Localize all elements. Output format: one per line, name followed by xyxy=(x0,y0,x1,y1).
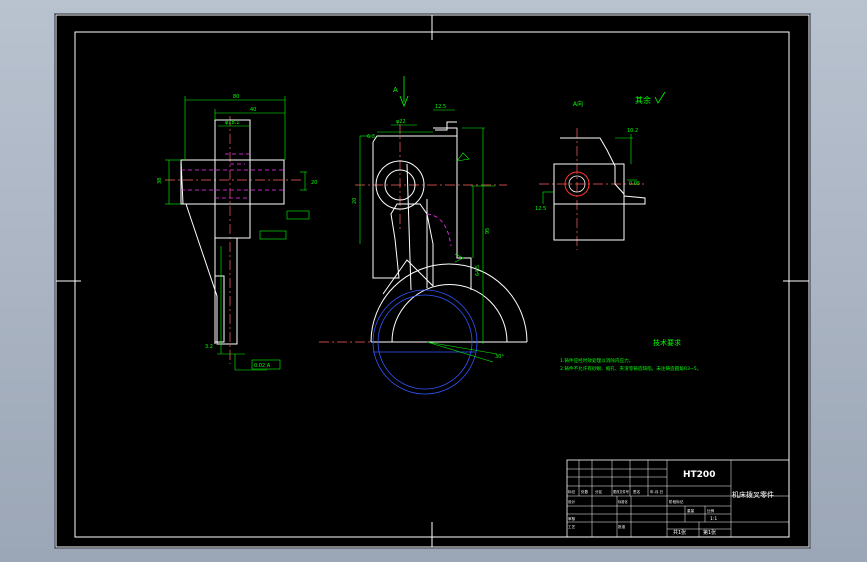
dim-hole: φ22 xyxy=(396,119,406,125)
tb-mark: 标记 xyxy=(568,489,576,494)
side-view: A向 10.2 0.05 12.5 xyxy=(535,100,647,250)
dim-slot-depth: 20 xyxy=(352,198,358,204)
tech-req-line-1: 1.铸件应经时效处理以消除内应力。 xyxy=(560,357,633,364)
dim-total-len: 95 xyxy=(485,228,491,234)
roughness-side: 12.5 xyxy=(535,206,546,212)
tb-change-doc: 更改文件号 xyxy=(613,489,629,494)
roughness-front: 6.3 xyxy=(367,134,375,140)
tech-req-title: 技术要求 xyxy=(653,338,681,347)
dim-height-left: 38 xyxy=(157,178,163,184)
tb-scale-value: 1:1 xyxy=(710,516,717,522)
tb-scale: 比例 xyxy=(707,508,715,513)
tb-standard: 标准化 xyxy=(618,499,628,504)
dim-width-inner: 40 xyxy=(250,107,256,113)
dim-arm-len: 64.5 xyxy=(475,265,481,276)
drawing-sheet: 80 40 φ18.1 38 20 0.02 A 3.2 A φ22 12.5 … xyxy=(55,14,810,548)
tb-date: 年.月.日 xyxy=(650,489,663,494)
roughness-left: 3.2 xyxy=(205,344,213,350)
tb-stage: 阶段标记 xyxy=(669,499,684,504)
material-label: HT200 xyxy=(683,470,715,480)
tb-approve: 批准 xyxy=(618,524,626,529)
front-view: A φ22 12.5 20 95 64.5 30° 6.3 xyxy=(319,76,528,395)
tb-process: 工艺 xyxy=(568,524,576,529)
roughness-symbol xyxy=(654,91,666,104)
tb-zone: 分区 xyxy=(595,489,603,494)
dim-tol-bottom: 0.02 A xyxy=(254,363,271,369)
part-name: 机床拨叉零件 xyxy=(732,490,774,499)
dim-width-top: 80 xyxy=(233,94,239,100)
side-view-label: A向 xyxy=(573,100,583,108)
dim-boss-width: φ18.1 xyxy=(225,120,239,126)
tb-count: 处数 xyxy=(581,489,589,494)
left-view: 80 40 φ18.1 38 20 0.02 A 3.2 xyxy=(157,94,317,371)
tb-sheet-no: 第1张 xyxy=(703,529,716,536)
dim-side-width: 10.2 xyxy=(627,128,638,134)
title-block: HT200 机床拨叉零件 标记 处数 分区 更改文件号 签名 年.月.日 设计 … xyxy=(566,459,790,538)
tb-weight: 重量 xyxy=(687,508,695,513)
dim-fork-angle: 30° xyxy=(495,354,504,360)
dim-datum: 0.05 xyxy=(629,181,640,187)
cad-drawing: 80 40 φ18.1 38 20 0.02 A 3.2 A φ22 12.5 … xyxy=(55,14,810,548)
tb-sheet-count: 共1张 xyxy=(673,529,686,536)
tb-sign: 签名 xyxy=(633,489,641,494)
dim-fork-width: 12.5 xyxy=(435,104,446,110)
view-arrow-label: A xyxy=(393,86,398,94)
tb-design: 设计 xyxy=(568,499,576,504)
tech-req-line-2: 2.铸件不允许有砂眼、缩孔、夹渣等铸造缺陷，未注铸造圆角R3~5。 xyxy=(560,365,701,372)
tb-review: 审核 xyxy=(568,516,576,521)
dim-right-hub: 20 xyxy=(311,180,317,186)
roughness-note: 其余 xyxy=(635,95,651,105)
